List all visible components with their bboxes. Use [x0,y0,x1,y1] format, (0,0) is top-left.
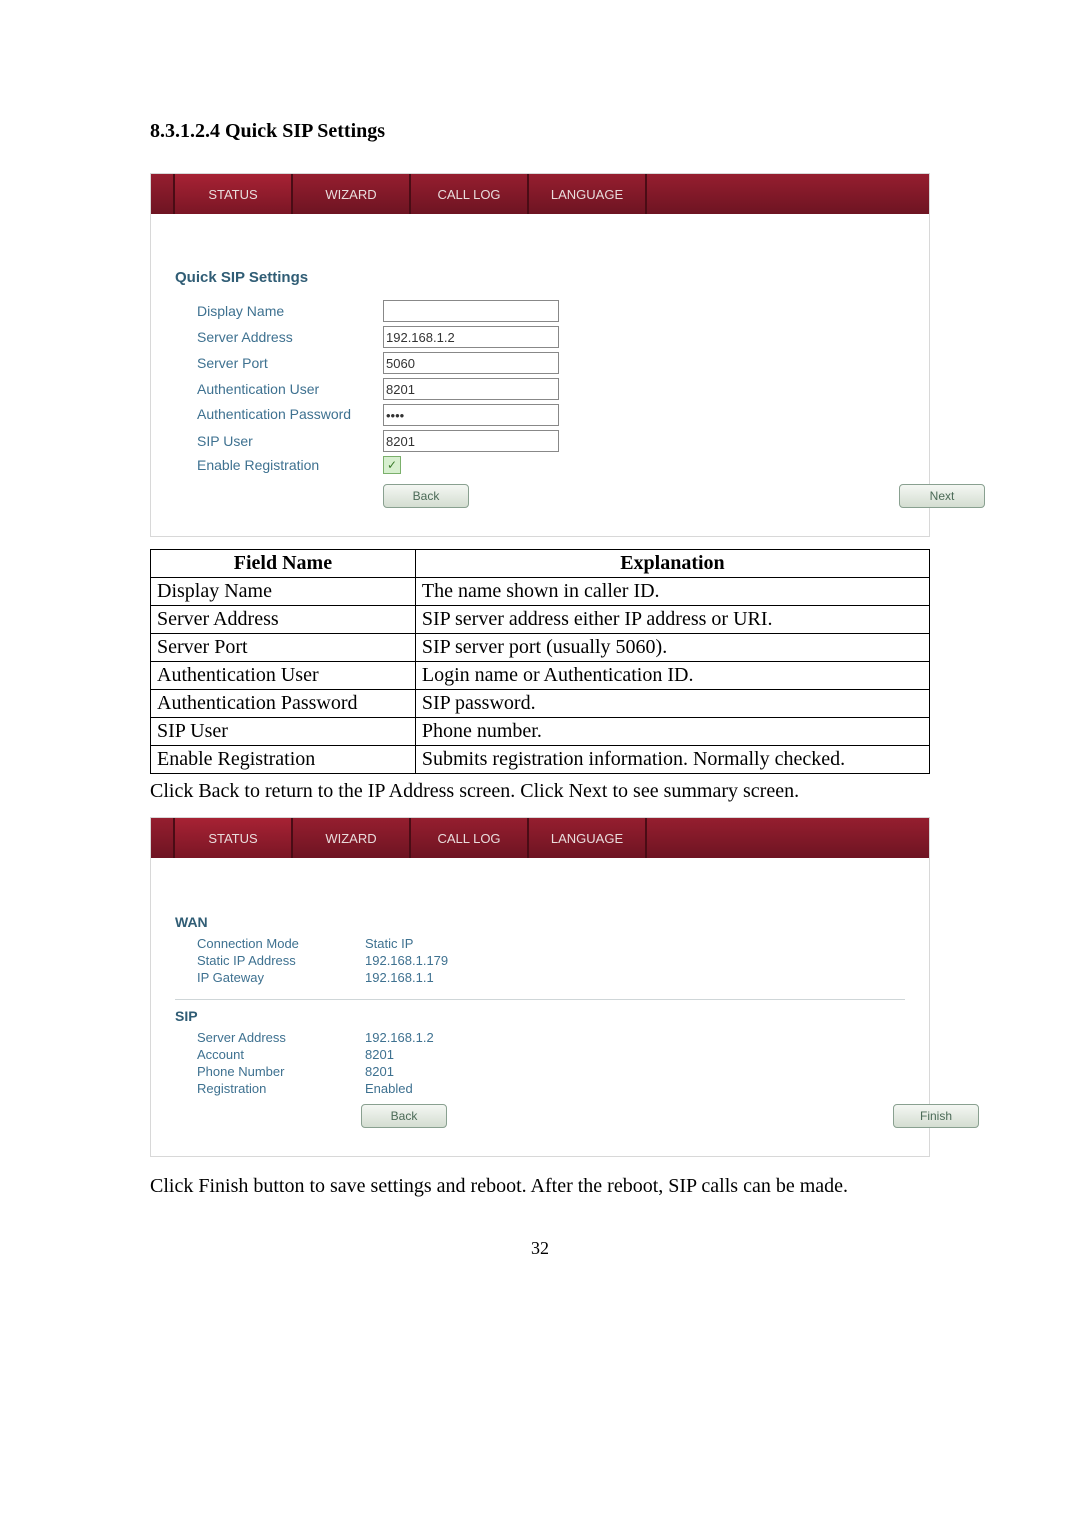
summary-label: Registration [197,1081,365,1096]
page-number: 32 [150,1238,930,1259]
cell-exp: SIP server port (usually 5060). [415,634,929,662]
cell-exp: Submits registration information. Normal… [415,746,929,774]
row-sip-user: SIP User [197,430,905,452]
tab-wizard[interactable]: WIZARD [293,174,411,214]
back-button-2[interactable]: Back [361,1104,447,1128]
summary-panel: STATUS WIZARD CALL LOG LANGUAGE WAN Conn… [150,817,930,1157]
input-server-address[interactable] [383,326,559,348]
tab-status[interactable]: STATUS [173,174,293,214]
cell-exp: SIP server address either IP address or … [415,606,929,634]
back-button[interactable]: Back [383,484,469,508]
panel-title: Quick SIP Settings [175,269,905,286]
button-row: Back Next [383,484,905,508]
summary-row: RegistrationEnabled [197,1081,905,1096]
quick-sip-panel: STATUS WIZARD CALL LOG LANGUAGE Quick SI… [150,173,930,537]
col-header-exp: Explanation [415,550,929,578]
tab-bar: STATUS WIZARD CALL LOG LANGUAGE [151,174,929,214]
summary-value: 8201 [365,1064,394,1079]
table-row: Server AddressSIP server address either … [151,606,930,634]
label-sip-user: SIP User [197,433,383,449]
table-row: Display NameThe name shown in caller ID. [151,578,930,606]
tab-calllog[interactable]: CALL LOG [411,174,529,214]
label-enable-reg: Enable Registration [197,457,383,473]
cell-field: SIP User [151,718,416,746]
cell-field: Enable Registration [151,746,416,774]
summary-value: Enabled [365,1081,413,1096]
explanation-table: Field Name Explanation Display NameThe n… [150,549,930,774]
finish-button[interactable]: Finish [893,1104,979,1128]
summary-value: Static IP [365,936,413,951]
paragraph-bottom: Click Finish button to save settings and… [150,1175,930,1198]
summary-label: Connection Mode [197,936,365,951]
sip-title: SIP [175,1008,905,1024]
input-auth-user[interactable] [383,378,559,400]
tab-wizard-2[interactable]: WIZARD [293,818,411,858]
paragraph-after-table: Click Back to return to the IP Address s… [150,780,930,803]
summary-label: IP Gateway [197,970,365,985]
summary-value: 192.168.1.179 [365,953,448,968]
input-display-name[interactable] [383,300,559,322]
row-display-name: Display Name [197,300,905,322]
summary-label: Account [197,1047,365,1062]
cell-exp: The name shown in caller ID. [415,578,929,606]
summary-row: Account8201 [197,1047,905,1062]
cell-exp: SIP password. [415,690,929,718]
summary-row: Phone Number8201 [197,1064,905,1079]
cell-field: Authentication User [151,662,416,690]
table-row: Authentication UserLogin name or Authent… [151,662,930,690]
row-auth-pass: Authentication Password [197,404,905,426]
cell-exp: Phone number. [415,718,929,746]
checkbox-enable-reg[interactable]: ✓ [383,456,401,474]
summary-row: Static IP Address192.168.1.179 [197,953,905,968]
cell-field: Server Address [151,606,416,634]
label-auth-pass: Authentication Password [197,407,383,422]
cell-exp: Login name or Authentication ID. [415,662,929,690]
tab-bar-2: STATUS WIZARD CALL LOG LANGUAGE [151,818,929,858]
summary-label: Server Address [197,1030,365,1045]
summary-label: Phone Number [197,1064,365,1079]
table-row: Authentication PasswordSIP password. [151,690,930,718]
label-server-address: Server Address [197,329,383,345]
summary-row: Connection ModeStatic IP [197,936,905,951]
wan-title: WAN [175,914,905,930]
input-auth-pass[interactable] [383,404,559,426]
row-auth-user: Authentication User [197,378,905,400]
tab-status-2[interactable]: STATUS [173,818,293,858]
row-server-port: Server Port [197,352,905,374]
col-header-field: Field Name [151,550,416,578]
summary-row: IP Gateway192.168.1.1 [197,970,905,985]
divider [175,999,905,1000]
table-row: Server PortSIP server port (usually 5060… [151,634,930,662]
row-enable-reg: Enable Registration ✓ [197,456,905,474]
summary-value: 8201 [365,1047,394,1062]
summary-value: 192.168.1.1 [365,970,434,985]
row-server-address: Server Address [197,326,905,348]
label-auth-user: Authentication User [197,381,383,397]
cell-field: Server Port [151,634,416,662]
tab-language[interactable]: LANGUAGE [529,174,647,214]
label-server-port: Server Port [197,355,383,371]
cell-field: Display Name [151,578,416,606]
summary-label: Static IP Address [197,953,365,968]
input-sip-user[interactable] [383,430,559,452]
summary-row: Server Address192.168.1.2 [197,1030,905,1045]
label-display-name: Display Name [197,303,383,319]
table-row: SIP UserPhone number. [151,718,930,746]
tab-language-2[interactable]: LANGUAGE [529,818,647,858]
table-row: Enable RegistrationSubmits registration … [151,746,930,774]
cell-field: Authentication Password [151,690,416,718]
input-server-port[interactable] [383,352,559,374]
tab-calllog-2[interactable]: CALL LOG [411,818,529,858]
next-button[interactable]: Next [899,484,985,508]
button-row-2: Back Finish [361,1104,905,1128]
summary-value: 192.168.1.2 [365,1030,434,1045]
section-heading: 8.3.1.2.4 Quick SIP Settings [150,120,930,143]
